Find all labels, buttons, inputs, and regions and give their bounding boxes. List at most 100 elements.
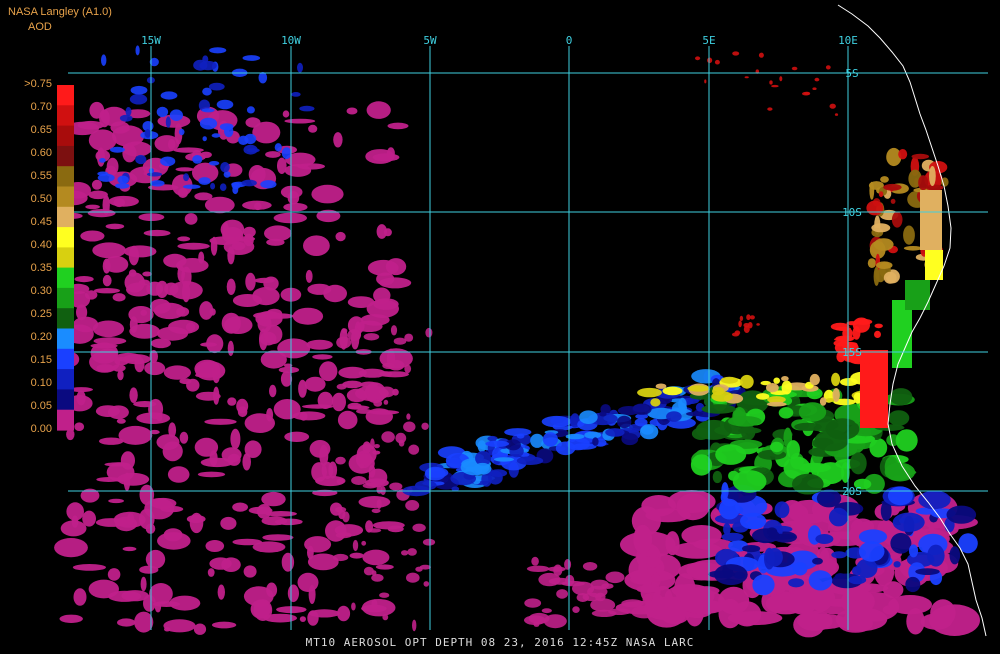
aerosol-patch <box>250 599 271 619</box>
aerosol-patch <box>197 471 226 478</box>
aerosol-patch <box>346 107 358 115</box>
aerosol-patch <box>769 80 773 85</box>
aerosol-patch <box>880 176 889 183</box>
aerosol-patch <box>305 269 313 283</box>
aerosol-patch <box>189 512 204 534</box>
aerosol-patch <box>351 602 356 611</box>
aerosol-patch <box>312 354 333 360</box>
aerosol-patch <box>260 350 287 369</box>
aerosol-patch <box>265 151 281 158</box>
colorbar-swatch <box>57 105 74 127</box>
aerosol-patch <box>99 158 106 163</box>
aerosol-patch <box>307 283 332 295</box>
aerosol-patch <box>283 202 308 212</box>
aerosol-patch <box>925 184 944 191</box>
aerosol-patch <box>756 393 770 400</box>
aerosol-patch <box>829 507 849 527</box>
aerosol-patch <box>169 595 201 611</box>
aerosol-patch <box>579 410 598 425</box>
aerosol-patch <box>742 545 761 553</box>
aerosol-patch <box>183 184 201 189</box>
aerosol-patch <box>102 258 111 274</box>
colorbar-swatch <box>57 409 74 431</box>
aerosol-patch <box>299 411 308 421</box>
aerosol-patch <box>858 541 885 562</box>
aerosol-patch <box>112 293 126 302</box>
aerosol-patch <box>561 580 585 587</box>
aerosol-patch <box>756 323 760 326</box>
aerosol-patch <box>341 328 348 334</box>
aerosol-patch <box>903 225 915 245</box>
aerosol-patch <box>80 230 105 242</box>
aerosol-patch <box>421 422 429 430</box>
aerosol-patch <box>253 202 262 211</box>
aerosol-patch <box>73 588 87 606</box>
aerosol-patch <box>371 508 381 514</box>
aerosol-patch <box>893 561 901 568</box>
aerosol-patch <box>328 461 338 479</box>
aerosol-patch <box>106 157 119 176</box>
aerosol-patch <box>238 135 249 145</box>
aerosol-patch <box>195 361 226 381</box>
aerosol-patch <box>766 401 787 407</box>
aerosol-patch <box>874 330 881 338</box>
aerosol-patch <box>778 407 794 419</box>
aerosol-patch <box>198 177 211 185</box>
aerosol-patch <box>739 315 744 321</box>
aerosol-patch <box>94 288 120 294</box>
aerosol-patch <box>359 463 365 469</box>
aerosol-patch <box>54 538 88 558</box>
aerosol-patch <box>192 155 203 164</box>
aerosol-patch <box>331 392 346 412</box>
longitude-label: 10W <box>281 34 301 47</box>
colorbar-label: 0.60 <box>30 147 52 159</box>
aerosol-patch <box>128 269 137 277</box>
aerosol-patch <box>101 54 107 66</box>
aerosol-patch <box>874 323 883 329</box>
aerosol-patch <box>680 590 726 615</box>
colorbar-label: 0.70 <box>30 101 52 113</box>
aerosol-patch <box>221 557 241 572</box>
aerosol-patch <box>262 534 294 541</box>
aerosol-patch <box>60 520 87 537</box>
aerosol-patch <box>415 480 437 491</box>
aerosol-patch <box>220 162 230 173</box>
aerosol-patch <box>122 546 137 552</box>
aerosol-patch <box>273 212 307 224</box>
aerosol-patch <box>306 339 333 350</box>
aerosol-patch <box>915 568 940 575</box>
aerosol-patch <box>92 320 125 338</box>
aerosol-patch <box>666 411 682 422</box>
aerosol-patch <box>774 501 790 518</box>
aerosol-patch <box>485 440 510 447</box>
colorbar-label: 0.40 <box>30 239 52 251</box>
aerosol-patch <box>890 532 912 554</box>
aerosol-patch <box>219 123 234 131</box>
aerosol-patch <box>219 183 227 191</box>
aerosol-patch <box>336 478 345 485</box>
aerosol-patch <box>232 502 249 512</box>
aerosol-patch <box>169 109 183 121</box>
aerosol-patch <box>349 552 364 559</box>
aerosol-patch <box>335 456 346 465</box>
aerosol-patch <box>264 225 292 242</box>
aerosol-patch <box>633 524 653 554</box>
aerosol-patch <box>246 106 255 114</box>
colorbar-swatch <box>57 145 74 167</box>
aerosol-patch <box>398 439 405 447</box>
aerosol-patch <box>157 532 191 550</box>
aerosol-patch <box>812 557 823 565</box>
aerosol-patch <box>891 211 903 228</box>
aerosol-patch <box>819 397 827 406</box>
colorbar-label: 0.10 <box>30 377 52 389</box>
aerosol-patch <box>412 619 417 632</box>
aerosol-patch <box>281 552 295 572</box>
aerosol-patch <box>358 496 391 508</box>
aerosol-patch <box>107 568 121 581</box>
aerosol-patch <box>299 105 315 112</box>
variable-label: AOD <box>28 21 52 33</box>
aerosol-patch <box>274 518 303 526</box>
footer-caption: MT10 AEROSOL OPT DEPTH 08 23, 2016 12:45… <box>305 636 695 649</box>
colorbar-swatch <box>57 267 74 289</box>
aerosol-patch <box>256 504 272 519</box>
